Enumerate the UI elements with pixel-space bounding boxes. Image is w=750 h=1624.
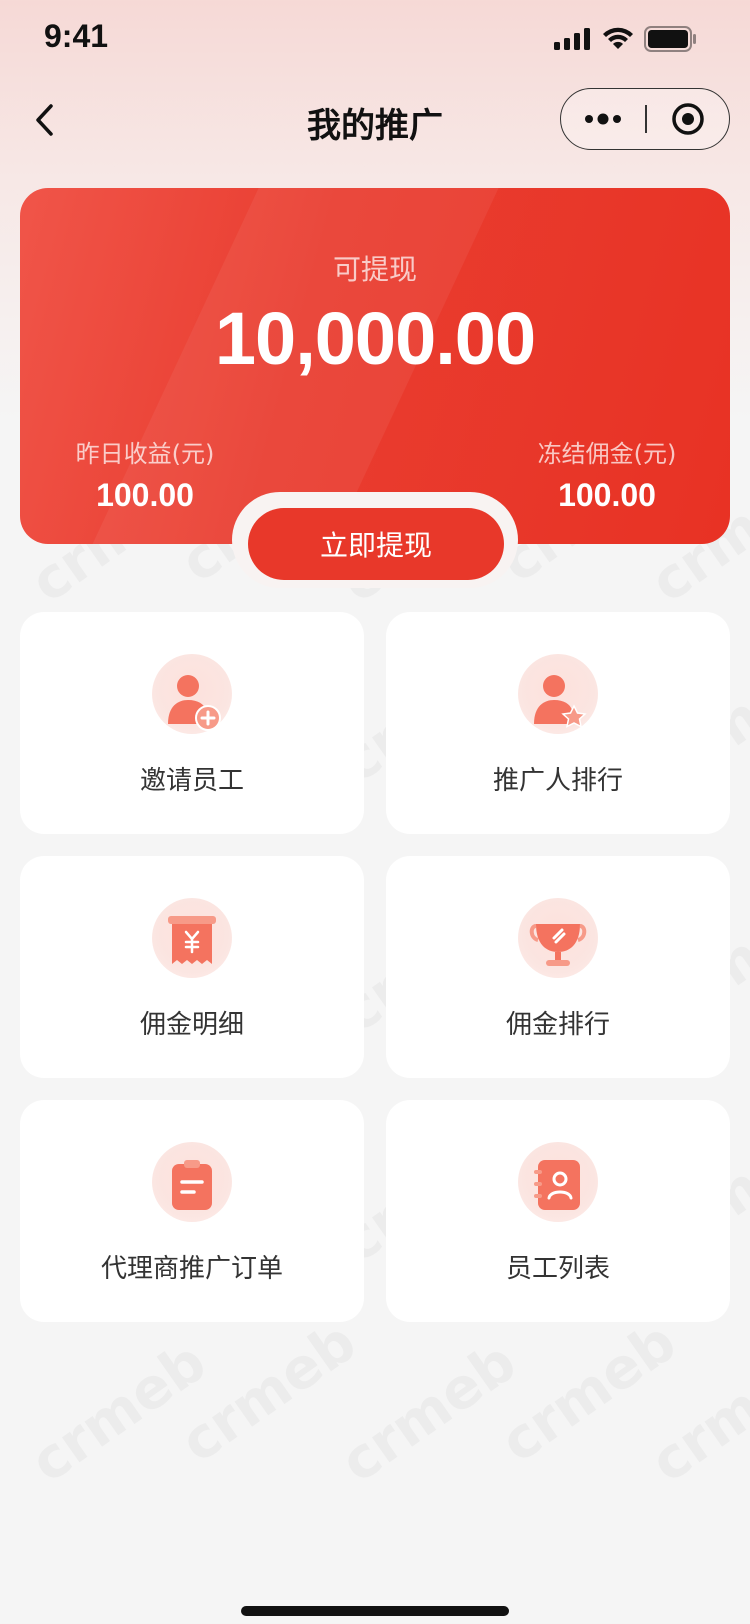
home-indicator[interactable] — [241, 1606, 509, 1616]
available-label: 可提现 — [332, 253, 417, 286]
commission-rank-icon — [518, 898, 598, 978]
tile-invite-staff[interactable]: 邀请员工 — [20, 612, 364, 834]
agent-order-icon — [152, 1142, 232, 1222]
tile-label: 佣金明细 — [139, 1010, 244, 1040]
status-time: 9:41 — [44, 18, 109, 54]
status-icons — [554, 26, 698, 52]
balance-card: 可提现 10,000.00 昨日收益(元) 100.00 冻结佣金(元) 100… — [20, 188, 730, 544]
tile-staff-list[interactable]: 员工列表 — [386, 1100, 730, 1322]
yesterday-earnings: 昨日收益(元) 100.00 — [60, 434, 230, 514]
available-amount: 10,000.00 — [214, 297, 536, 380]
frozen-commission: 冻结佣金(元) 100.00 — [522, 434, 692, 514]
yesterday-label: 昨日收益(元) — [75, 440, 215, 468]
tile-promoter-ranking[interactable]: 推广人排行 — [386, 612, 730, 834]
tile-label: 代理商推广订单 — [100, 1254, 283, 1284]
wifi-icon — [603, 27, 633, 49]
tile-label: 推广人排行 — [492, 766, 623, 796]
signal-icon — [554, 28, 590, 50]
tile-label: 员工列表 — [505, 1254, 610, 1284]
tile-label: 邀请员工 — [139, 766, 244, 796]
mini-program-capsule — [560, 88, 730, 150]
nav-bar: 我的推广 — [0, 80, 750, 160]
frozen-label: 冻结佣金(元) — [537, 440, 677, 468]
yesterday-value: 100.00 — [96, 477, 194, 513]
promoter-rank-icon — [518, 654, 598, 734]
commission-detail-icon — [152, 898, 232, 978]
close-miniprogram-button[interactable] — [647, 89, 730, 149]
tile-commission-detail[interactable]: 佣金明细 — [20, 856, 364, 1078]
staff-list-icon — [518, 1142, 598, 1222]
battery-icon — [644, 26, 696, 52]
target-icon — [672, 103, 704, 135]
tile-commission-ranking[interactable]: 佣金排行 — [386, 856, 730, 1078]
more-dots-icon — [585, 113, 621, 125]
frozen-value: 100.00 — [558, 477, 656, 513]
withdraw-button[interactable]: 立即提现 — [248, 508, 504, 580]
more-button[interactable] — [561, 89, 645, 149]
tile-label: 佣金排行 — [505, 1010, 610, 1040]
invite-user-icon — [152, 654, 232, 734]
tile-agent-orders[interactable]: 代理商推广订单 — [20, 1100, 364, 1322]
status-bar: 9:41 — [0, 0, 750, 80]
